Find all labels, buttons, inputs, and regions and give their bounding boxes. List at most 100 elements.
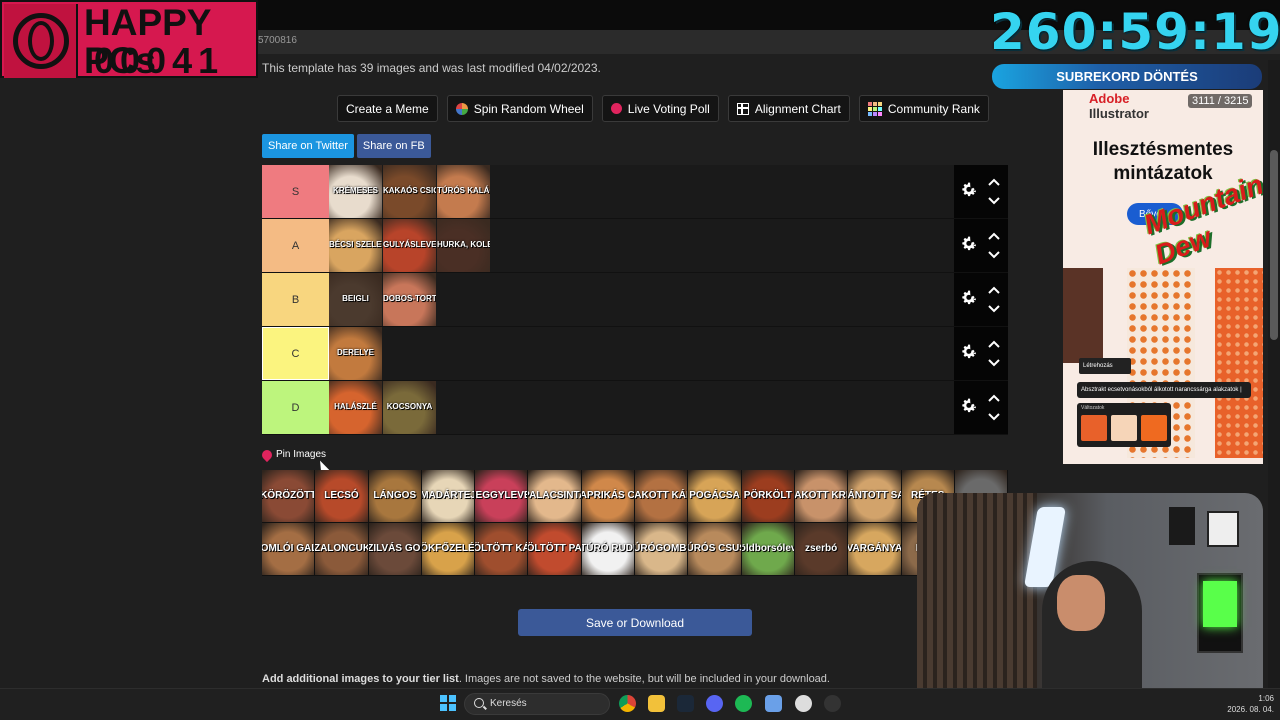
tier-image[interactable]: DOBOS-TORTA xyxy=(383,273,436,326)
tier-image[interactable]: HALÁSZLÉ xyxy=(329,381,382,434)
tier-image[interactable]: GULYÁSLEVES xyxy=(383,219,436,272)
pool-image-caption: SZILVÁS GOMBÓC xyxy=(369,543,421,554)
pool-image[interactable]: RAKOTT KÁPOSZTA xyxy=(635,470,689,523)
template-toolbar: Create a Meme Spin Random Wheel Live Vot… xyxy=(337,95,989,123)
pool-image[interactable]: TÚRÓ RUDI xyxy=(581,523,636,576)
tier-image[interactable]: KAKAÓS CSIGA xyxy=(383,165,436,218)
move-down-chevron-icon[interactable] xyxy=(987,304,1001,314)
subrekord-count: 3111 / 3215 xyxy=(1188,94,1253,108)
gear-icon[interactable] xyxy=(958,235,978,255)
taskbar-search-input[interactable] xyxy=(464,693,610,715)
pool-image[interactable]: TÖLTÖTT KÁPOSZTA xyxy=(475,523,529,576)
tier-image[interactable]: TÚRÓS KALÁCS xyxy=(437,165,490,218)
live-poll-button[interactable]: Live Voting Poll xyxy=(601,95,719,122)
tier-label[interactable]: B xyxy=(262,273,329,326)
scrollbar-thumb[interactable] xyxy=(1270,150,1278,340)
taskbar-search-placeholder: Keresés xyxy=(490,698,527,709)
tier-items: DERELYE xyxy=(329,327,954,380)
pool-image[interactable]: POGÁCSA xyxy=(688,470,742,523)
tier-image-caption: GULYÁSLEVES xyxy=(383,240,436,249)
tier-image[interactable]: KRÉMESES xyxy=(329,165,382,218)
pool-image[interactable]: TÚRÓGOMBÓC xyxy=(635,523,689,576)
tier-row: D HALÁSZLÉ KOCSONYA xyxy=(262,381,1008,435)
pool-image[interactable]: MADÁRTEJ xyxy=(421,470,476,523)
ad-create-chip: Létrehozás xyxy=(1079,358,1131,374)
community-rank-button[interactable]: Community Rank xyxy=(858,95,989,122)
tier-image[interactable]: HURKA, KOLBÁSZ xyxy=(437,219,490,272)
move-down-chevron-icon[interactable] xyxy=(987,412,1001,422)
pool-image[interactable]: zserbó xyxy=(794,523,849,576)
tier-image[interactable]: BÉCSI SZELET xyxy=(329,219,382,272)
ad-variations-panel: Változatok xyxy=(1077,403,1171,447)
pool-image[interactable]: TÖKFŐZELÉK xyxy=(421,523,476,576)
tier-label[interactable]: A xyxy=(262,219,329,272)
move-up-chevron-icon[interactable] xyxy=(987,177,1001,187)
pool-image[interactable]: VARGÁNYA xyxy=(848,523,902,576)
spotify-icon[interactable] xyxy=(735,695,752,712)
gear-icon[interactable] xyxy=(958,181,978,201)
logitech-icon[interactable] xyxy=(824,695,841,712)
pool-image[interactable]: TÖLTÖTT PAPRIKA xyxy=(528,523,582,576)
pool-image-caption: POGÁCSA xyxy=(689,490,740,501)
share-twitter-button[interactable]: Share on Twitter xyxy=(262,134,354,158)
tier-label[interactable]: C xyxy=(262,327,329,380)
tier-row: C DERELYE xyxy=(262,327,1008,381)
notepad-icon[interactable] xyxy=(765,695,782,712)
alignment-chart-label: Alignment Chart xyxy=(754,101,841,116)
pin-images-toggle[interactable]: Pin Images xyxy=(259,447,326,462)
pool-image[interactable]: Zöldborsóleves xyxy=(741,523,795,576)
advertisement[interactable]: Adobe Illustrator Illesztésmentes mintáz… xyxy=(1063,90,1263,464)
alignment-chart-button[interactable]: Alignment Chart xyxy=(727,95,850,122)
tier-label[interactable]: S xyxy=(262,165,329,218)
share-fb-button[interactable]: Share on FB xyxy=(356,134,431,158)
tier-row: ABÉCSI SZELETGULYÁSLEVESHURKA, KOLBÁSZ xyxy=(262,219,1008,273)
tier-image-caption: KRÉMESES xyxy=(333,186,378,195)
move-up-chevron-icon[interactable] xyxy=(987,231,1001,241)
pool-image[interactable]: LÁNGOS xyxy=(368,470,422,523)
move-down-chevron-icon[interactable] xyxy=(987,358,1001,368)
pool-image[interactable]: TÚRÓS CSUSZA xyxy=(688,523,742,576)
settings-gear-icon[interactable] xyxy=(795,695,812,712)
save-download-button[interactable]: Save or Download xyxy=(518,609,752,636)
pool-image[interactable]: SZILVÁS GOMBÓC xyxy=(368,523,422,576)
pool-image[interactable]: SOMLÓI GALUSKA xyxy=(262,523,316,576)
discord-icon[interactable] xyxy=(706,695,723,712)
pool-image[interactable]: RÁNTOTT SAJT xyxy=(848,470,902,523)
tier-label[interactable]: D xyxy=(262,381,329,434)
move-down-chevron-icon[interactable] xyxy=(987,250,1001,260)
pool-image[interactable]: PALACSINTA xyxy=(528,470,582,523)
pool-image[interactable]: RAKOTT KRUMPLI xyxy=(794,470,849,523)
pool-image[interactable]: LECSÓ xyxy=(315,470,369,523)
pool-image[interactable]: MEGGYLEVES xyxy=(475,470,529,523)
pool-image[interactable]: KÖRÖZÖTT xyxy=(262,470,316,523)
gear-icon[interactable] xyxy=(958,397,978,417)
move-up-chevron-icon[interactable] xyxy=(987,393,1001,403)
file-explorer-icon[interactable] xyxy=(648,695,665,712)
steam-icon[interactable] xyxy=(677,695,694,712)
pool-image[interactable]: PAPRIKÁS CSIRKE xyxy=(581,470,636,523)
spin-wheel-button[interactable]: Spin Random Wheel xyxy=(446,95,593,122)
windows-start-icon[interactable] xyxy=(440,695,456,711)
ad-brand-product: Illustrator xyxy=(1089,106,1149,121)
move-down-chevron-icon[interactable] xyxy=(987,196,1001,206)
tier-image[interactable]: BEIGLI xyxy=(329,273,382,326)
ad-brand: Adobe xyxy=(1089,91,1130,106)
pattern-bar-orange xyxy=(1215,268,1263,458)
record-dot-icon xyxy=(610,103,622,114)
pool-image-caption: RAKOTT KÁPOSZTA xyxy=(635,490,687,501)
tier-image-caption: DOBOS-TORTA xyxy=(383,294,436,303)
variation-swatch xyxy=(1141,415,1167,441)
chrome-icon[interactable] xyxy=(619,695,636,712)
pool-image[interactable]: SZALONCUKOR xyxy=(315,523,369,576)
create-meme-button[interactable]: Create a Meme xyxy=(337,95,438,122)
tier-image-caption: HURKA, KOLBÁSZ xyxy=(437,240,490,249)
pool-image[interactable]: PÖRKÖLT xyxy=(741,470,795,523)
gear-icon[interactable] xyxy=(958,289,978,309)
tier-image[interactable]: DERELYE xyxy=(329,327,382,380)
brand-counter: 00041 xyxy=(94,40,225,81)
tier-image[interactable]: KOCSONYA xyxy=(383,381,436,434)
template-info: This template has 39 images and was last… xyxy=(262,61,601,75)
move-up-chevron-icon[interactable] xyxy=(987,285,1001,295)
gear-icon[interactable] xyxy=(958,343,978,363)
move-up-chevron-icon[interactable] xyxy=(987,339,1001,349)
